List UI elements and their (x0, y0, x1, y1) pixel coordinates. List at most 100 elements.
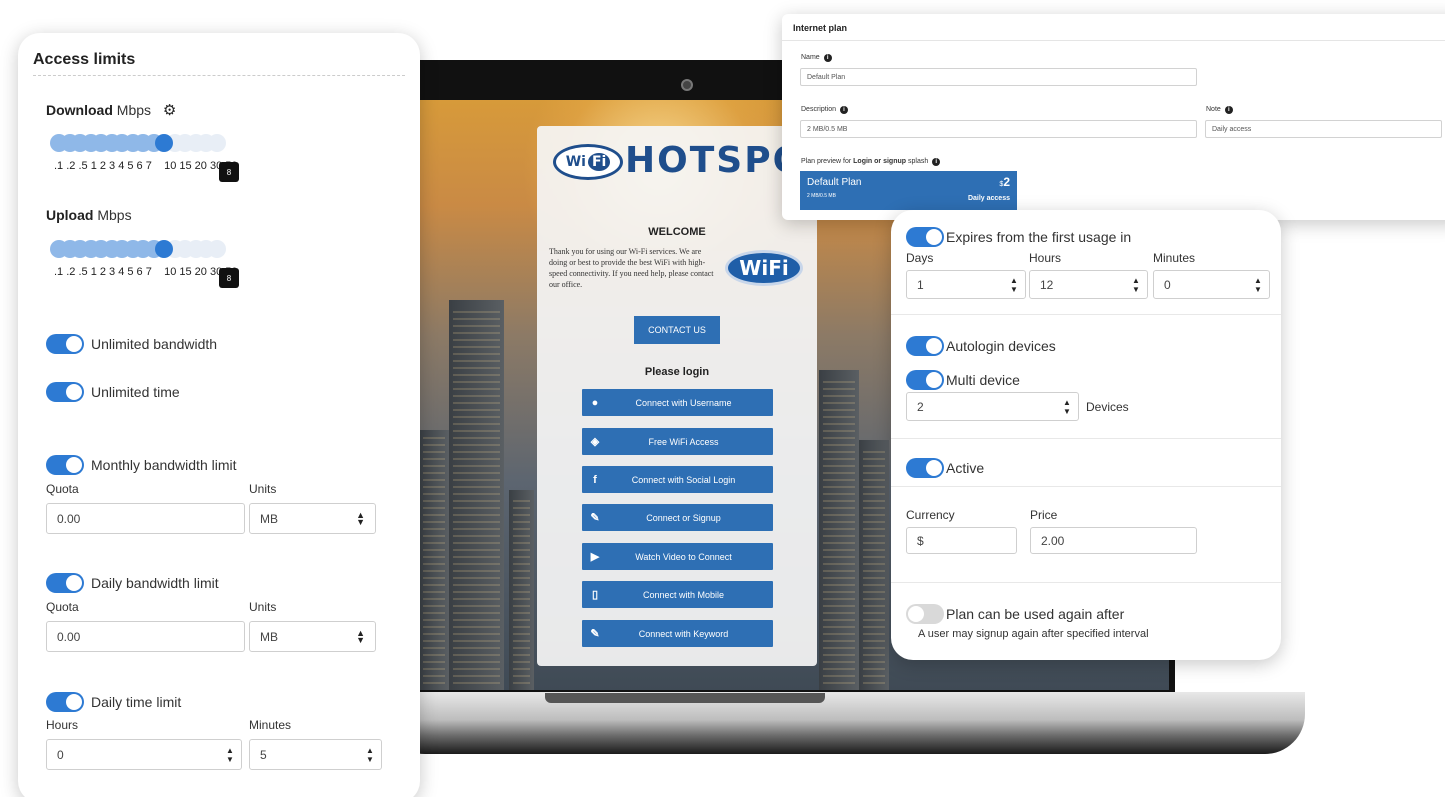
laptop-notch (545, 693, 825, 703)
divider (891, 314, 1281, 315)
upload-value-marker: 8 (219, 268, 239, 288)
welcome-text: Thank you for using our Wi-Fi services. … (549, 247, 714, 289)
info-icon: i (840, 106, 849, 114)
user-icon: ● (591, 396, 599, 409)
currency-input[interactable]: $ (906, 527, 1017, 554)
hours-input[interactable]: 12 ▲ ▼ (1029, 270, 1148, 299)
multi-device-label: Multi device (946, 372, 1020, 388)
preview-label: Plan preview for Login or signup splash i (801, 158, 941, 166)
mobile-icon: ▯ (591, 589, 599, 601)
monthly-quota-input[interactable]: 0.00 (46, 503, 245, 534)
daily-bandwidth-toggle[interactable] (46, 573, 84, 593)
active-toggle[interactable] (906, 458, 944, 478)
panel-title: Access limits (33, 51, 136, 68)
info-icon: i (1224, 106, 1233, 114)
units-label: Units (249, 482, 277, 496)
stepper-icon[interactable]: ▲ ▼ (1125, 271, 1147, 298)
connect-username-button[interactable]: ● Connect with Username (582, 389, 773, 416)
daily-quota-input[interactable]: 0.00 (46, 621, 245, 652)
daily-units-select[interactable]: MB ▲ ▼ (249, 621, 376, 652)
expires-toggle[interactable] (906, 227, 944, 247)
hotspot-splash: Wi Fi HOTSPOT WELCOME Thank you for using… (537, 126, 830, 666)
days-label: Days (906, 251, 934, 265)
unlimited-bandwidth-toggle[interactable] (46, 334, 84, 354)
stepper-icon[interactable]: ▲ ▼ (1003, 271, 1025, 298)
unlimited-time-label: Unlimited time (91, 384, 180, 400)
preview-price: $2 (999, 175, 1010, 189)
monthly-limit-label: Monthly bandwidth limit (91, 457, 237, 473)
upload-speed-slider[interactable] (50, 240, 325, 260)
reuse-plan-toggle[interactable] (906, 604, 944, 624)
minutes-input[interactable]: 0 ▲ ▼ (1153, 270, 1270, 299)
gear-icon[interactable]: ⚙ (163, 101, 176, 119)
divider (782, 40, 1445, 41)
upload-label: Upload Mbps (46, 207, 132, 223)
contact-us-button[interactable]: CONTACT US (634, 316, 720, 344)
multi-device-toggle[interactable] (906, 370, 944, 390)
plan-name-input[interactable]: Default Plan (800, 68, 1197, 86)
building (509, 490, 534, 690)
please-login-heading: Please login (644, 366, 710, 378)
quota-label: Quota (46, 600, 79, 614)
panel-title: Internet plan (793, 23, 848, 33)
daily-time-toggle[interactable] (46, 692, 84, 712)
plan-description-input[interactable]: 2 MB/0.5 MB (800, 120, 1197, 138)
daily-time-label: Daily time limit (91, 694, 182, 710)
slider-step[interactable] (155, 134, 173, 152)
units-label: Units (249, 600, 277, 614)
download-speed-slider[interactable] (50, 134, 325, 154)
unlimited-bandwidth-label: Unlimited bandwidth (91, 336, 218, 352)
plan-preview-tile[interactable]: Default Plan 2 MB/0.5 MB $2 Daily access (800, 171, 1017, 210)
autologin-toggle[interactable] (906, 336, 944, 356)
plan-note-input[interactable]: Daily access (1205, 120, 1442, 138)
wifi-logo-icon: Wi Fi (553, 144, 623, 180)
price-label: Price (1030, 508, 1058, 522)
stepper-icon[interactable]: ▲ ▼ (1247, 271, 1269, 298)
stepper-icon[interactable]: ▲ ▼ (359, 740, 381, 769)
watch-video-button[interactable]: ▶ Watch Video to Connect (582, 543, 773, 570)
reuse-plan-help: A user may signup again after specified … (918, 628, 1149, 640)
connect-keyword-button[interactable]: ✎ Connect with Keyword (582, 620, 773, 647)
select-caret-icon: ▲ ▼ (356, 510, 365, 527)
building (419, 430, 449, 690)
download-ticks: .1 .2 .5 1 2 3 4 5 6 7 10 15 20 30 50 (54, 160, 238, 172)
divider (891, 438, 1281, 439)
daily-hours-input[interactable]: 0 ▲ ▼ (46, 739, 242, 770)
devices-input[interactable]: 2 ▲ ▼ (906, 392, 1079, 421)
days-input[interactable]: 1 ▲ ▼ (906, 270, 1026, 299)
slider-step[interactable] (207, 240, 226, 258)
divider (891, 582, 1281, 583)
monthly-units-select[interactable]: MB ▲ ▼ (249, 503, 376, 534)
slider-step[interactable] (207, 134, 226, 152)
camera-icon (681, 79, 693, 91)
free-wifi-button[interactable]: ◈ Free WiFi Access (582, 428, 773, 455)
access-limits-panel: Access limits Download Mbps ⚙ .1 .2 .5 1… (18, 33, 420, 797)
description-label: Description i (801, 106, 849, 114)
info-icon: i (932, 158, 941, 166)
divider (891, 486, 1281, 487)
connect-mobile-button[interactable]: ▯ Connect with Mobile (582, 581, 773, 608)
monthly-limit-toggle[interactable] (46, 455, 84, 475)
video-icon: ▶ (590, 551, 600, 563)
minutes-label: Minutes (1153, 251, 1196, 265)
connect-signup-button[interactable]: ✎ Connect or Signup (582, 504, 773, 531)
select-caret-icon: ▲ ▼ (356, 628, 365, 645)
building (449, 300, 504, 690)
price-input[interactable]: 2.00 (1030, 527, 1197, 554)
social-login-button[interactable]: f Connect with Social Login (582, 466, 773, 493)
slider-step[interactable] (155, 240, 173, 258)
preview-name: Default Plan (807, 177, 862, 188)
preview-note: Daily access (967, 195, 1010, 202)
stepper-icon[interactable]: ▲ ▼ (1056, 393, 1078, 420)
stepper-icon[interactable]: ▲ ▼ (219, 740, 241, 769)
daily-minutes-input[interactable]: 5 ▲ ▼ (249, 739, 382, 770)
reuse-plan-label: Plan can be used again after (946, 606, 1125, 622)
autologin-label: Autologin devices (946, 338, 1056, 354)
daily-bandwidth-label: Daily bandwidth limit (91, 575, 219, 591)
devices-label: Devices (1086, 400, 1129, 414)
unlimited-time-toggle[interactable] (46, 382, 84, 402)
upload-ticks: .1 .2 .5 1 2 3 4 5 6 7 10 15 20 30 50 (54, 266, 238, 278)
quota-label: Quota (46, 482, 79, 496)
active-label: Active (946, 460, 985, 476)
name-label: Name i (801, 54, 832, 62)
